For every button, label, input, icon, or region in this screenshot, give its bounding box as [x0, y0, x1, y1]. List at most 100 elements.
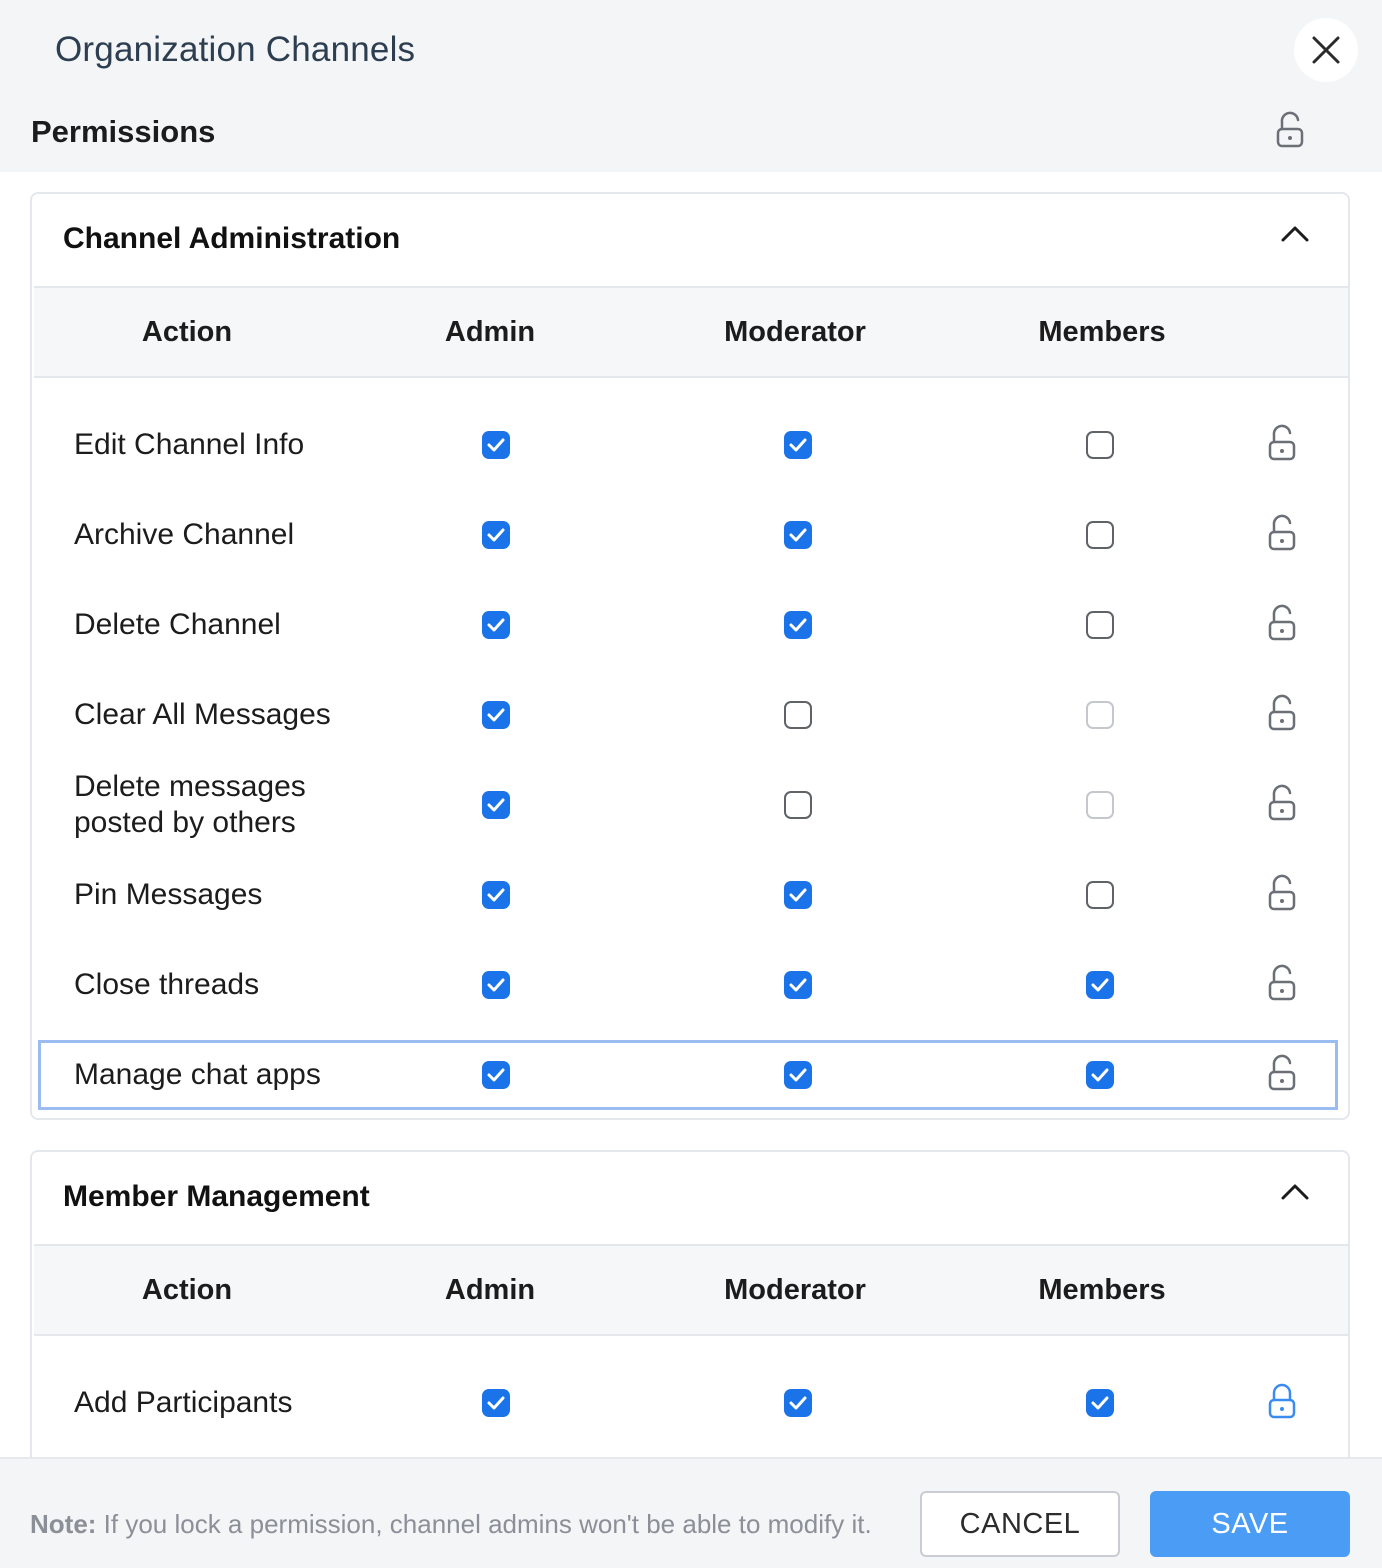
permissions-scroll-area[interactable]: Channel Administration Action Admin Mode… — [0, 172, 1382, 1457]
row-lock-button[interactable] — [1264, 1053, 1300, 1098]
lock-note: Note: If you lock a permission, channel … — [30, 1509, 872, 1540]
row-lock-button[interactable] — [1264, 423, 1300, 468]
members-checkbox[interactable] — [1086, 971, 1114, 999]
unlock-icon — [1268, 964, 1296, 1001]
moderator-checkbox[interactable] — [784, 971, 812, 999]
check-icon — [789, 978, 807, 992]
admin-checkbox[interactable] — [482, 881, 510, 909]
moderator-checkbox[interactable] — [784, 611, 812, 639]
admin-checkbox[interactable] — [482, 1389, 510, 1417]
section-header[interactable]: Channel Administration — [32, 194, 1348, 286]
close-button[interactable] — [1294, 18, 1358, 82]
column-header-moderator: Moderator — [724, 316, 866, 348]
column-header-row: Action Admin Moderator Members — [34, 286, 1348, 378]
admin-checkbox[interactable] — [482, 971, 510, 999]
admin-checkbox[interactable] — [482, 521, 510, 549]
permission-row: Delete messages posted by others — [32, 760, 1348, 850]
permission-row: Clear All Messages — [32, 670, 1348, 760]
permissions-lock-button[interactable] — [1272, 110, 1308, 155]
row-lock-button[interactable] — [1264, 603, 1300, 648]
permission-label: Delete Channel — [74, 608, 281, 641]
moderator-checkbox[interactable] — [784, 431, 812, 459]
check-icon — [789, 528, 807, 542]
dialog-footer: Note: If you lock a permission, channel … — [0, 1457, 1382, 1568]
unlock-icon — [1268, 424, 1296, 461]
check-icon — [487, 978, 505, 992]
section-channel-administration: Channel Administration Action Admin Mode… — [30, 192, 1350, 1120]
moderator-checkbox[interactable] — [784, 1389, 812, 1417]
moderator-checkbox[interactable] — [784, 521, 812, 549]
members-checkbox[interactable] — [1086, 881, 1114, 909]
check-icon — [1091, 978, 1109, 992]
permission-row: Close threads — [32, 940, 1348, 1030]
unlock-icon — [1268, 604, 1296, 641]
unlock-icon — [1276, 111, 1304, 148]
unlock-icon — [1268, 1054, 1296, 1091]
permission-row: Archive Channel — [32, 490, 1348, 580]
check-icon — [789, 1396, 807, 1410]
permission-row: Add Participants — [32, 1358, 1348, 1448]
admin-checkbox[interactable] — [482, 1061, 510, 1089]
column-header-row: Action Admin Moderator Members — [34, 1244, 1348, 1336]
note-text: If you lock a permission, channel admins… — [96, 1509, 872, 1539]
cancel-button[interactable]: CANCEL — [920, 1491, 1120, 1557]
save-button[interactable]: SAVE — [1150, 1491, 1350, 1557]
check-icon — [487, 1068, 505, 1082]
unlock-icon — [1268, 694, 1296, 731]
row-lock-button[interactable] — [1264, 783, 1300, 828]
check-icon — [487, 1396, 505, 1410]
members-checkbox[interactable] — [1086, 521, 1114, 549]
permission-label: Edit Channel Info — [74, 428, 305, 461]
moderator-checkbox[interactable] — [784, 791, 812, 819]
unlock-icon — [1268, 874, 1296, 911]
row-lock-button[interactable] — [1264, 963, 1300, 1008]
section-header[interactable]: Member Management — [32, 1152, 1348, 1244]
permission-row: Manage chat apps — [38, 1040, 1338, 1110]
column-header-members: Members — [1038, 1274, 1166, 1306]
permission-label: Manage chat apps — [74, 1058, 321, 1091]
column-header-admin: Admin — [444, 316, 536, 348]
moderator-checkbox[interactable] — [784, 881, 812, 909]
row-lock-button[interactable] — [1264, 693, 1300, 738]
row-lock-button[interactable] — [1264, 873, 1300, 918]
members-checkbox[interactable] — [1086, 431, 1114, 459]
check-icon — [789, 1068, 807, 1082]
moderator-checkbox[interactable] — [784, 1061, 812, 1089]
row-lock-button[interactable] — [1264, 1381, 1300, 1426]
check-icon — [487, 438, 505, 452]
permission-label: Pin Messages — [74, 878, 263, 911]
admin-checkbox[interactable] — [482, 791, 510, 819]
permission-label: Delete messages posted by others — [74, 770, 306, 839]
permission-label: Archive Channel — [74, 518, 295, 551]
check-icon — [487, 798, 505, 812]
unlock-icon — [1268, 514, 1296, 551]
permission-label: Close threads — [74, 968, 260, 1001]
unlock-icon — [1268, 784, 1296, 821]
admin-checkbox[interactable] — [482, 431, 510, 459]
permission-row: Pin Messages — [32, 850, 1348, 940]
members-checkbox[interactable] — [1086, 1061, 1114, 1089]
permission-label: Clear All Messages — [74, 698, 331, 731]
chevron-up-icon[interactable] — [1280, 1182, 1310, 1202]
check-icon — [487, 708, 505, 722]
check-icon — [487, 528, 505, 542]
check-icon — [789, 438, 807, 452]
members-checkbox[interactable] — [1086, 1389, 1114, 1417]
dialog-header: Organization Channels — [0, 0, 1382, 100]
row-lock-button[interactable] — [1264, 513, 1300, 558]
admin-checkbox[interactable] — [482, 611, 510, 639]
dialog-title: Organization Channels — [55, 30, 416, 69]
permission-label: Add Participants — [74, 1386, 293, 1419]
members-checkbox — [1086, 791, 1114, 819]
check-icon — [789, 618, 807, 632]
check-icon — [1091, 1396, 1109, 1410]
section-member-management: Member Management Action Admin Moderator… — [30, 1150, 1350, 1457]
moderator-checkbox[interactable] — [784, 701, 812, 729]
section-title: Channel Administration — [63, 222, 401, 255]
check-icon — [487, 888, 505, 902]
admin-checkbox[interactable] — [482, 701, 510, 729]
members-checkbox[interactable] — [1086, 611, 1114, 639]
column-header-moderator: Moderator — [724, 1274, 866, 1306]
chevron-up-icon[interactable] — [1280, 224, 1310, 244]
permission-row: Edit Channel Info — [32, 400, 1348, 490]
